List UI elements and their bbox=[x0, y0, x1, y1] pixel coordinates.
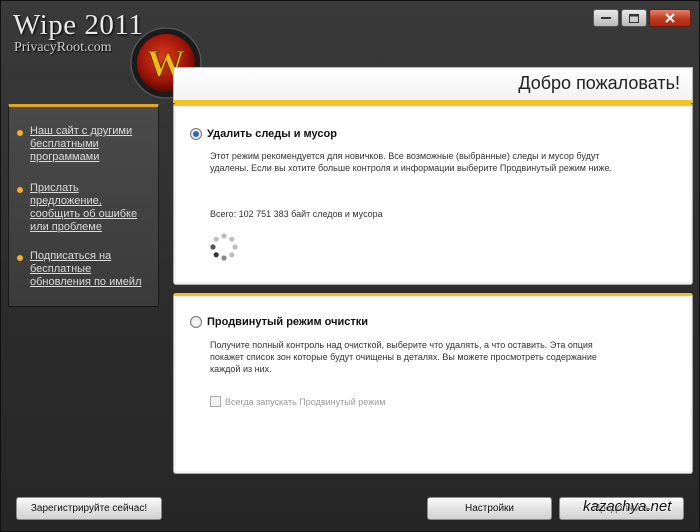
watermark: kazachya.net bbox=[583, 498, 672, 515]
always-advanced-checkbox[interactable]: Всегда запускать Продвинутый режим bbox=[210, 396, 385, 407]
window-controls bbox=[593, 9, 691, 27]
maximize-icon bbox=[629, 13, 639, 23]
sidebar-item-feedback[interactable]: Прислать предложение, сообщить об ошибке… bbox=[17, 182, 152, 234]
simple-mode-radio[interactable]: Удалить следы и мусор bbox=[190, 128, 337, 140]
minimize-button[interactable] bbox=[593, 9, 619, 27]
sidebar-item-label: Наш сайт с другими бесплатными программа… bbox=[30, 125, 133, 163]
close-icon bbox=[665, 13, 675, 23]
welcome-title: Добро пожаловать! bbox=[518, 73, 680, 93]
bullet-icon bbox=[17, 255, 23, 261]
bullet-icon bbox=[17, 130, 23, 136]
simple-mode-label: Удалить следы и мусор bbox=[207, 128, 337, 140]
sidebar-item-label: Подписаться на бесплатные обновления по … bbox=[30, 250, 142, 288]
header-bar: Добро пожаловать! bbox=[173, 67, 693, 103]
app-subtitle: PrivacyRoot.com bbox=[14, 40, 112, 55]
bullet-icon bbox=[17, 187, 23, 193]
close-button[interactable] bbox=[649, 9, 691, 27]
sidebar-item-website[interactable]: Наш сайт с другими бесплатными программа… bbox=[17, 125, 152, 164]
total-junk-size: Всего: 102 751 383 байт следов и мусора bbox=[210, 209, 383, 219]
app-window: Wipe 2011 PrivacyRoot.com W Добро пожало… bbox=[0, 0, 700, 532]
minimize-icon bbox=[601, 17, 611, 19]
advanced-mode-panel: Продвинутый режим очистки Получите полны… bbox=[173, 293, 693, 474]
settings-button[interactable]: Настройки bbox=[427, 497, 552, 520]
checkbox-icon bbox=[210, 396, 221, 407]
simple-mode-description: Этот режим рекомендуется для новичков. В… bbox=[210, 151, 612, 173]
advanced-mode-radio[interactable]: Продвинутый режим очистки bbox=[190, 316, 368, 328]
register-button[interactable]: Зарегистрируйте сейчас! bbox=[16, 497, 162, 520]
always-advanced-label: Всегда запускать Продвинутый режим bbox=[225, 396, 386, 407]
advanced-mode-label: Продвинутый режим очистки bbox=[207, 316, 369, 328]
radio-unselected-icon bbox=[190, 316, 202, 328]
app-title: Wipe 2011 bbox=[13, 9, 144, 41]
radio-selected-icon bbox=[190, 128, 202, 140]
maximize-button[interactable] bbox=[621, 9, 647, 27]
sidebar: Наш сайт с другими бесплатными программа… bbox=[8, 104, 159, 307]
sidebar-item-subscribe[interactable]: Подписаться на бесплатные обновления по … bbox=[17, 250, 152, 289]
simple-mode-panel: Удалить следы и мусор Этот режим рекомен… bbox=[173, 103, 693, 285]
advanced-mode-description: Получите полный контроль над очисткой, в… bbox=[210, 340, 597, 374]
loading-spinner-icon bbox=[210, 233, 238, 261]
sidebar-item-label: Прислать предложение, сообщить об ошибке… bbox=[30, 182, 138, 233]
